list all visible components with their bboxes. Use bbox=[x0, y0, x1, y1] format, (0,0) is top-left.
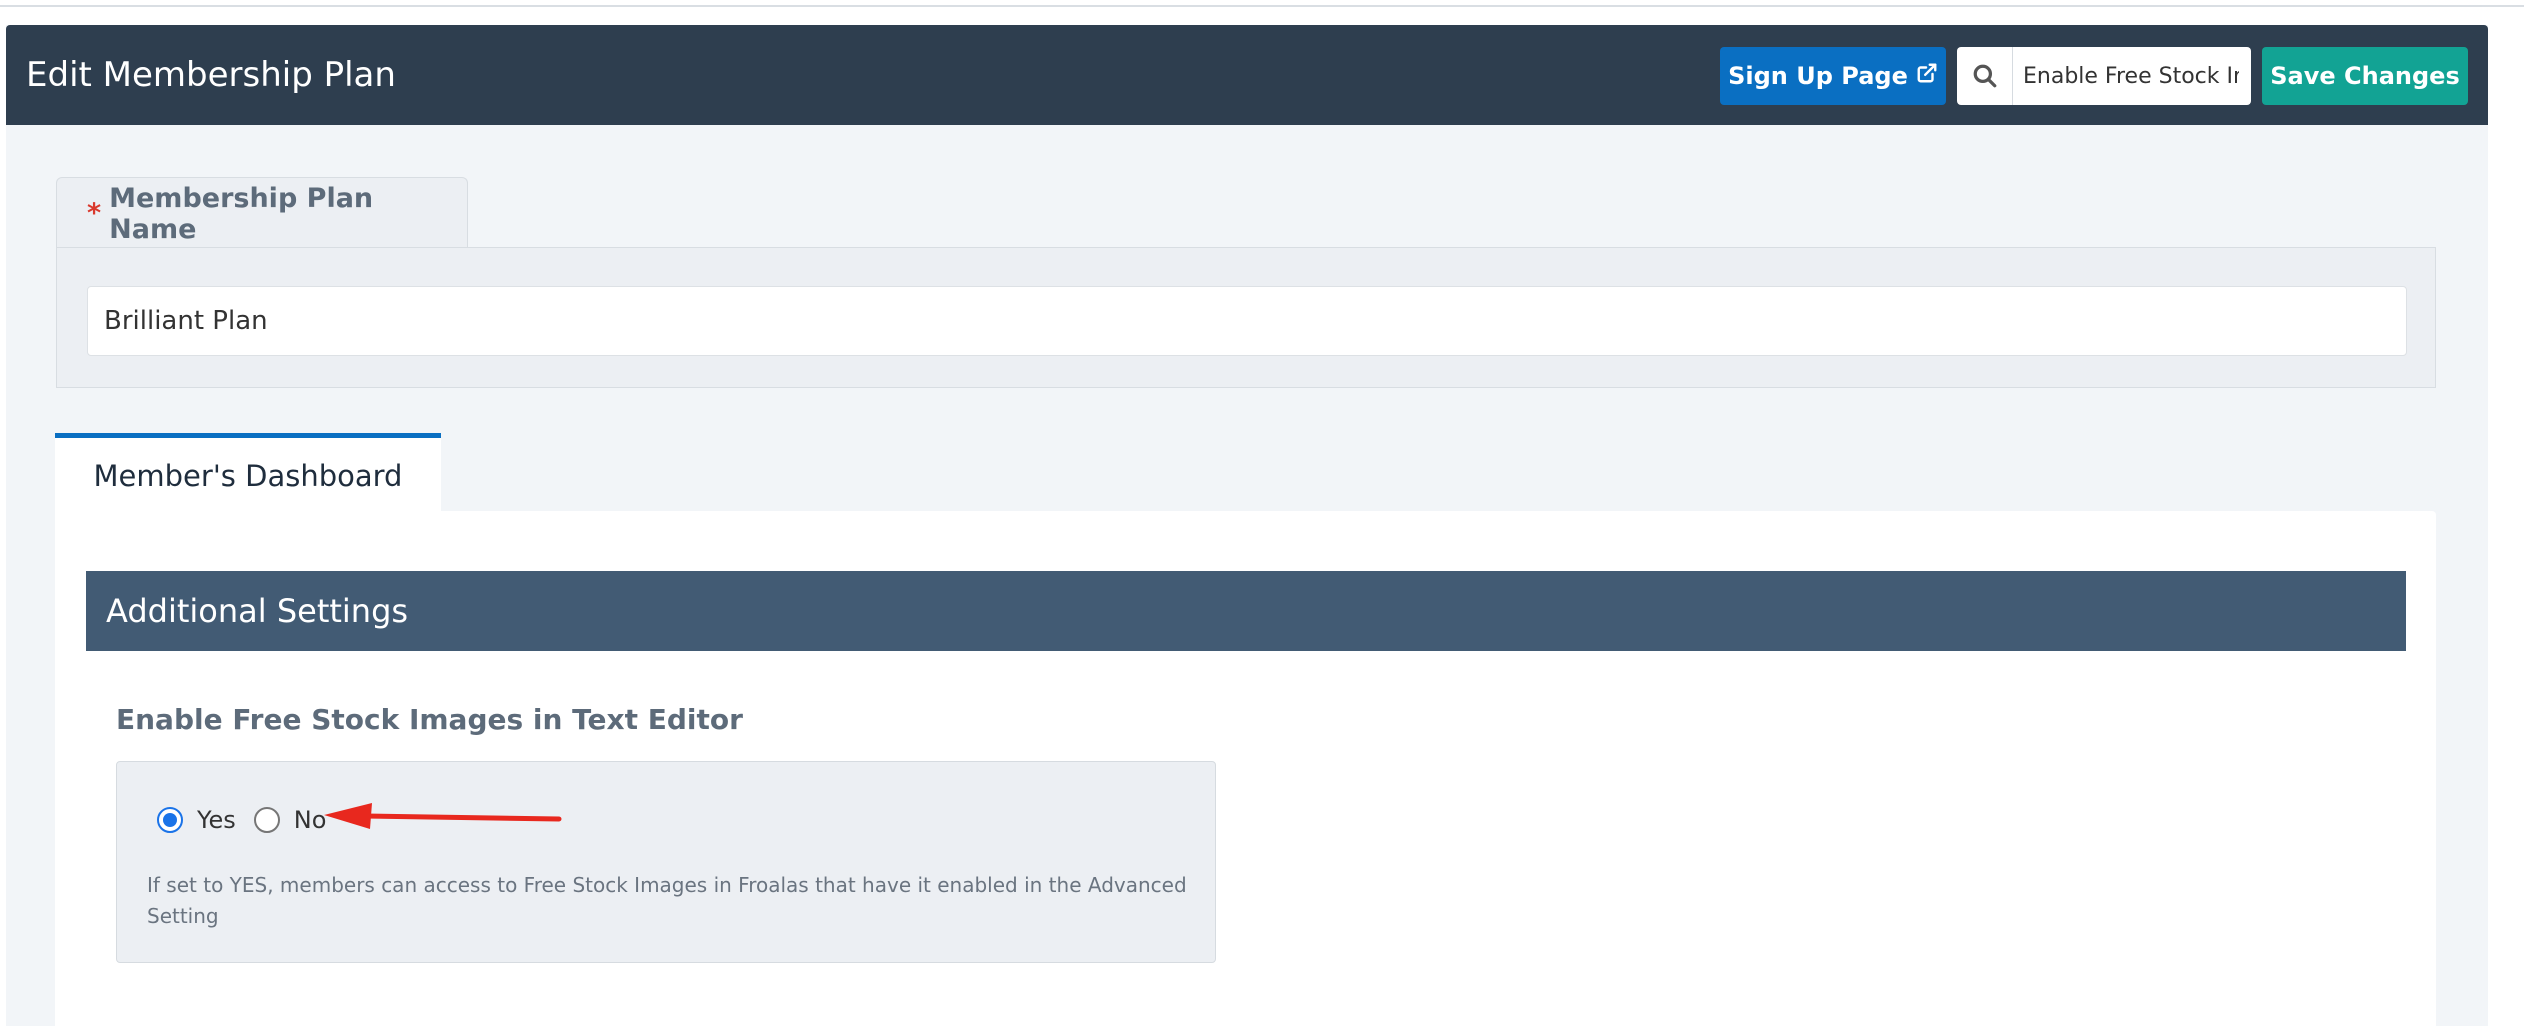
sign-up-page-label: Sign Up Page bbox=[1728, 62, 1908, 90]
plan-name-label: Membership Plan Name bbox=[109, 182, 374, 245]
search-icon bbox=[1957, 47, 2013, 105]
header-bar: Edit Membership Plan Sign Up Page Save C… bbox=[6, 25, 2488, 125]
help-text: If set to YES, members can access to Fre… bbox=[147, 873, 1187, 928]
external-link-icon bbox=[1916, 62, 1938, 90]
save-changes-button[interactable]: Save Changes bbox=[2262, 47, 2468, 105]
dashboard-panel: Additional Settings Enable Free Stock Im… bbox=[55, 511, 2436, 1026]
top-divider bbox=[0, 5, 2524, 7]
tab-members-dashboard[interactable]: Member's Dashboard bbox=[55, 433, 441, 513]
free-stock-images-option-box: Yes No If set to YES, members can access… bbox=[116, 761, 1216, 963]
required-mark: * bbox=[87, 198, 102, 229]
yes-radio[interactable] bbox=[157, 807, 183, 833]
page-title: Edit Membership Plan bbox=[26, 55, 396, 95]
plan-name-section bbox=[56, 247, 2436, 388]
additional-settings-header: Additional Settings bbox=[86, 571, 2406, 651]
radio-group: Yes No bbox=[157, 806, 344, 834]
no-radio[interactable] bbox=[253, 807, 280, 833]
yes-radio-label: Yes bbox=[197, 806, 236, 834]
sign-up-page-button[interactable]: Sign Up Page bbox=[1720, 47, 1946, 105]
free-stock-images-label: Enable Free Stock Images in Text Editor bbox=[116, 703, 743, 736]
plan-name-input[interactable] bbox=[87, 286, 2407, 356]
search-box bbox=[1957, 47, 2251, 105]
plan-name-tab: * Membership Plan Name bbox=[56, 177, 468, 249]
search-input[interactable] bbox=[2013, 63, 2239, 89]
annotation-arrow-icon bbox=[324, 803, 562, 829]
